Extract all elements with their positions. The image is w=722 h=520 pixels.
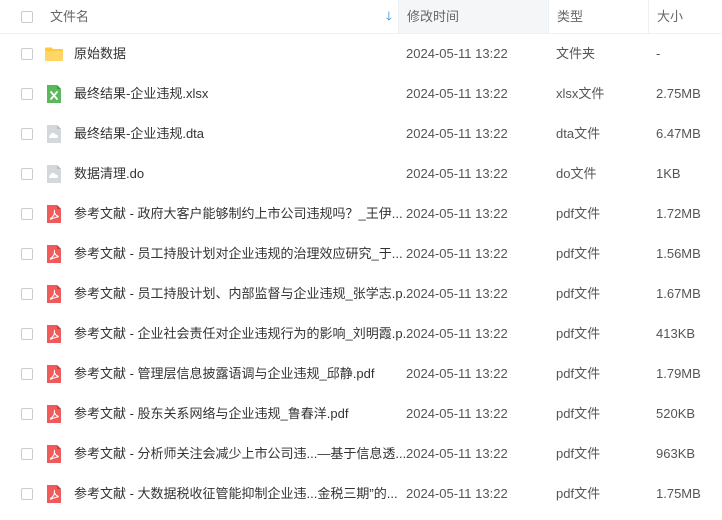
column-header-type[interactable]: 类型 bbox=[548, 0, 648, 33]
file-row[interactable]: 参考文献 - 股东关系网络与企业违规_鲁春洋.pdf 2024-05-11 13… bbox=[0, 394, 722, 434]
file-size: - bbox=[656, 46, 661, 61]
file-size: 1.75MB bbox=[656, 486, 701, 501]
file-type: pdf文件 bbox=[556, 286, 601, 301]
pdf-file-icon bbox=[44, 364, 64, 384]
pdf-file-icon bbox=[44, 404, 64, 424]
column-header-size[interactable]: 大小 bbox=[648, 0, 722, 33]
row-checkbox[interactable] bbox=[21, 128, 33, 140]
pdf-file-icon bbox=[44, 284, 64, 304]
row-checkbox[interactable] bbox=[21, 488, 33, 500]
file-size: 1.67MB bbox=[656, 286, 701, 301]
file-type: pdf文件 bbox=[556, 366, 601, 381]
file-list: 文件名 🡓 修改时间 类型 大小 原始数据 2024-05-11 13:22 文… bbox=[0, 0, 722, 514]
row-checkbox[interactable] bbox=[21, 168, 33, 180]
file-name[interactable]: 最终结果-企业违规.xlsx bbox=[74, 74, 208, 114]
row-checkbox[interactable] bbox=[21, 448, 33, 460]
file-size: 6.47MB bbox=[656, 126, 701, 141]
excel-file-icon bbox=[44, 84, 64, 104]
file-row[interactable]: 参考文献 - 大数据税收征管能抑制企业违...金税三期”的... 2024-05… bbox=[0, 474, 722, 514]
file-name[interactable]: 参考文献 - 管理层信息披露语调与企业违规_邱静.pdf bbox=[74, 354, 374, 394]
column-header-modified-time[interactable]: 修改时间 bbox=[398, 0, 548, 33]
file-type: pdf文件 bbox=[556, 206, 601, 221]
file-name[interactable]: 参考文献 - 政府大客户能够制约上市公司违规吗？_王伊... bbox=[74, 194, 403, 234]
file-row[interactable]: 参考文献 - 员工持股计划对企业违规的治理效应研究_于... 2024-05-1… bbox=[0, 234, 722, 274]
file-modified-time: 2024-05-11 13:22 bbox=[406, 366, 508, 381]
file-name[interactable]: 参考文献 - 员工持股计划、内部监督与企业违规_张学志.p... bbox=[74, 274, 413, 314]
file-name[interactable]: 参考文献 - 大数据税收征管能抑制企业违...金税三期”的... bbox=[74, 474, 398, 514]
row-checkbox[interactable] bbox=[21, 328, 33, 340]
file-row[interactable]: 最终结果-企业违规.dta 2024-05-11 13:22 dta文件 6.4… bbox=[0, 114, 722, 154]
file-name[interactable]: 参考文献 - 员工持股计划对企业违规的治理效应研究_于... bbox=[74, 234, 403, 274]
file-name[interactable]: 数据清理.do bbox=[74, 154, 144, 194]
row-checkbox[interactable] bbox=[21, 288, 33, 300]
file-type: 文件夹 bbox=[556, 46, 596, 61]
row-checkbox[interactable] bbox=[21, 48, 33, 60]
file-type: pdf文件 bbox=[556, 446, 601, 461]
file-row[interactable]: 数据清理.do 2024-05-11 13:22 do文件 1KB bbox=[0, 154, 722, 194]
file-row[interactable]: 参考文献 - 企业社会责任对企业违规行为的影响_刘明霞.p... 2024-05… bbox=[0, 314, 722, 354]
file-name[interactable]: 最终结果-企业违规.dta bbox=[74, 114, 204, 154]
file-modified-time: 2024-05-11 13:22 bbox=[406, 166, 508, 181]
file-list-header: 文件名 🡓 修改时间 类型 大小 bbox=[0, 0, 722, 34]
file-modified-time: 2024-05-11 13:22 bbox=[406, 46, 508, 61]
file-type: xlsx文件 bbox=[556, 86, 605, 101]
sort-down-arrow-icon[interactable]: 🡓 bbox=[386, 0, 392, 33]
file-size: 413KB bbox=[656, 326, 696, 341]
file-type: pdf文件 bbox=[556, 486, 601, 501]
pdf-file-icon bbox=[44, 444, 64, 464]
file-modified-time: 2024-05-11 13:22 bbox=[406, 406, 508, 421]
file-row[interactable]: 原始数据 2024-05-11 13:22 文件夹 - bbox=[0, 34, 722, 74]
file-name[interactable]: 参考文献 - 股东关系网络与企业违规_鲁春洋.pdf bbox=[74, 394, 348, 434]
file-type: do文件 bbox=[556, 166, 597, 181]
file-name[interactable]: 参考文献 - 分析师关注会减少上市公司违...—基于信息透... bbox=[74, 434, 406, 474]
pdf-file-icon bbox=[44, 324, 64, 344]
file-modified-time: 2024-05-11 13:22 bbox=[406, 326, 508, 341]
file-modified-time: 2024-05-11 13:22 bbox=[406, 286, 508, 301]
cloud-file-icon bbox=[44, 124, 64, 144]
row-checkbox[interactable] bbox=[21, 248, 33, 260]
file-row[interactable]: 参考文献 - 政府大客户能够制约上市公司违规吗？_王伊... 2024-05-1… bbox=[0, 194, 722, 234]
file-row[interactable]: 参考文献 - 管理层信息披露语调与企业违规_邱静.pdf 2024-05-11 … bbox=[0, 354, 722, 394]
file-size: 963KB bbox=[656, 446, 696, 461]
file-name[interactable]: 参考文献 - 企业社会责任对企业违规行为的影响_刘明霞.p... bbox=[74, 314, 413, 354]
file-name[interactable]: 原始数据 bbox=[74, 34, 126, 74]
file-modified-time: 2024-05-11 13:22 bbox=[406, 86, 508, 101]
folder-icon bbox=[44, 44, 64, 64]
pdf-file-icon bbox=[44, 244, 64, 264]
file-type: pdf文件 bbox=[556, 326, 601, 341]
row-checkbox[interactable] bbox=[21, 88, 33, 100]
column-name-label: 文件名 bbox=[50, 9, 90, 24]
pdf-file-icon bbox=[44, 204, 64, 224]
file-size: 2.75MB bbox=[656, 86, 701, 101]
file-row[interactable]: 最终结果-企业违规.xlsx 2024-05-11 13:22 xlsx文件 2… bbox=[0, 74, 722, 114]
column-header-name[interactable]: 文件名 🡓 bbox=[0, 0, 398, 33]
row-checkbox[interactable] bbox=[21, 368, 33, 380]
file-type: dta文件 bbox=[556, 126, 601, 141]
file-row[interactable]: 参考文献 - 分析师关注会减少上市公司违...—基于信息透... 2024-05… bbox=[0, 434, 722, 474]
file-size: 1.56MB bbox=[656, 246, 701, 261]
cloud-file-icon bbox=[44, 164, 64, 184]
file-modified-time: 2024-05-11 13:22 bbox=[406, 446, 508, 461]
file-type: pdf文件 bbox=[556, 406, 601, 421]
pdf-file-icon bbox=[44, 484, 64, 504]
row-checkbox[interactable] bbox=[21, 408, 33, 420]
row-checkbox[interactable] bbox=[21, 208, 33, 220]
file-size: 1.79MB bbox=[656, 366, 701, 381]
file-modified-time: 2024-05-11 13:22 bbox=[406, 206, 508, 221]
file-size: 1.72MB bbox=[656, 206, 701, 221]
file-size: 1KB bbox=[656, 166, 681, 181]
file-modified-time: 2024-05-11 13:22 bbox=[406, 486, 508, 501]
file-modified-time: 2024-05-11 13:22 bbox=[406, 246, 508, 261]
file-size: 520KB bbox=[656, 406, 696, 421]
file-row[interactable]: 参考文献 - 员工持股计划、内部监督与企业违规_张学志.p... 2024-05… bbox=[0, 274, 722, 314]
file-modified-time: 2024-05-11 13:22 bbox=[406, 126, 508, 141]
file-type: pdf文件 bbox=[556, 246, 601, 261]
file-rows: 原始数据 2024-05-11 13:22 文件夹 - 最终结果-企业违规.xl… bbox=[0, 34, 722, 514]
